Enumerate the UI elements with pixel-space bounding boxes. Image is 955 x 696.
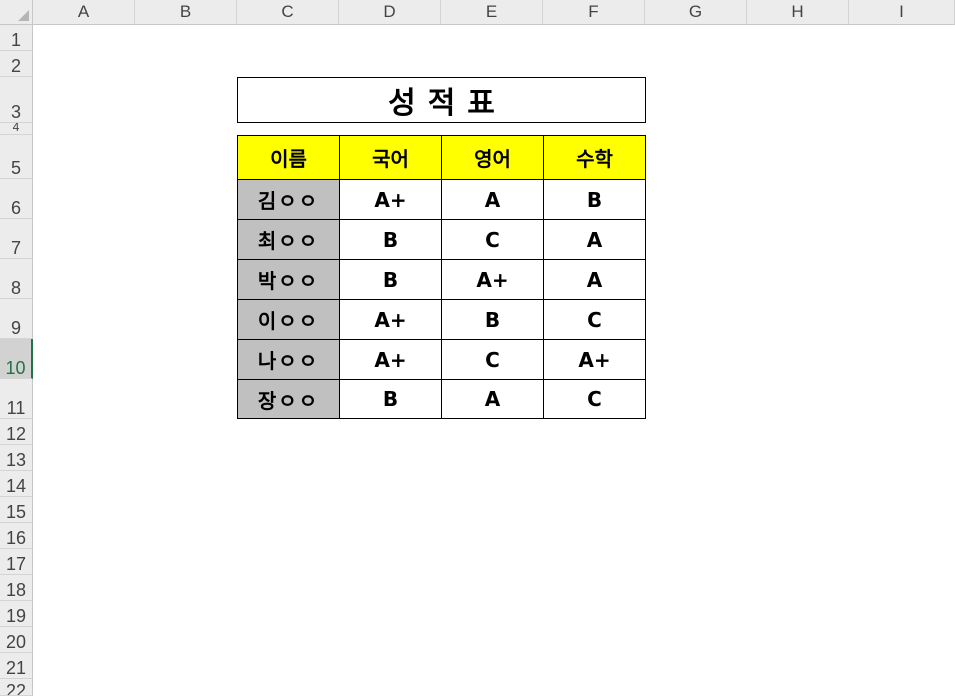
student-name-cell[interactable]: 박ㅇㅇ: [237, 259, 340, 300]
row-header-7[interactable]: 7: [0, 219, 33, 259]
row-header-4[interactable]: 4: [0, 123, 33, 135]
row-header-19[interactable]: 19: [0, 601, 33, 627]
student-name-cell[interactable]: 장ㅇㅇ: [237, 379, 340, 419]
row-header-2[interactable]: 2: [0, 51, 33, 77]
grade-cell-math[interactable]: C: [543, 299, 646, 340]
report-title-cell[interactable]: 성적표: [237, 77, 646, 123]
student-name-cell[interactable]: 나ㅇㅇ: [237, 339, 340, 380]
grade-cell-math[interactable]: A+: [543, 339, 646, 380]
column-header-d[interactable]: D: [339, 0, 441, 25]
row-header-21[interactable]: 21: [0, 653, 33, 679]
select-all-corner[interactable]: [0, 0, 33, 25]
row-header-12[interactable]: 12: [0, 419, 33, 445]
grade-cell-korean[interactable]: A+: [339, 179, 442, 220]
row-header-13[interactable]: 13: [0, 445, 33, 471]
grade-cell-english[interactable]: C: [441, 339, 544, 380]
grade-cell-math[interactable]: A: [543, 219, 646, 260]
row-header-14[interactable]: 14: [0, 471, 33, 497]
column-header-h[interactable]: H: [747, 0, 849, 25]
grade-cell-math[interactable]: B: [543, 179, 646, 220]
column-header-i[interactable]: I: [849, 0, 955, 25]
header-cell-name[interactable]: 이름: [237, 135, 340, 180]
student-name-cell[interactable]: 최ㅇㅇ: [237, 219, 340, 260]
column-header-f[interactable]: F: [543, 0, 645, 25]
row-header-20[interactable]: 20: [0, 627, 33, 653]
grade-cell-english[interactable]: A+: [441, 259, 544, 300]
row-header-3[interactable]: 3: [0, 77, 33, 123]
row-header-6[interactable]: 6: [0, 179, 33, 219]
grade-cell-korean[interactable]: A+: [339, 299, 442, 340]
column-header-a[interactable]: A: [33, 0, 135, 25]
grade-cell-english[interactable]: A: [441, 179, 544, 220]
grade-cell-english[interactable]: C: [441, 219, 544, 260]
header-cell-math[interactable]: 수학: [543, 135, 646, 180]
row-header-8[interactable]: 8: [0, 259, 33, 299]
grade-cell-korean[interactable]: B: [339, 259, 442, 300]
row-header-5[interactable]: 5: [0, 135, 33, 179]
header-cell-english[interactable]: 영어: [441, 135, 544, 180]
student-name-cell[interactable]: 김ㅇㅇ: [237, 179, 340, 220]
row-header-18[interactable]: 18: [0, 575, 33, 601]
row-header-10[interactable]: 10: [0, 339, 33, 379]
column-header-c[interactable]: C: [237, 0, 339, 25]
row-header-22[interactable]: 22: [0, 679, 33, 696]
student-name-cell[interactable]: 이ㅇㅇ: [237, 299, 340, 340]
row-header-9[interactable]: 9: [0, 299, 33, 339]
column-header-g[interactable]: G: [645, 0, 747, 25]
grade-cell-english[interactable]: A: [441, 379, 544, 419]
select-all-triangle-icon: [18, 10, 29, 21]
grade-cell-korean[interactable]: B: [339, 379, 442, 419]
header-cell-korean[interactable]: 국어: [339, 135, 442, 180]
row-header-1[interactable]: 1: [0, 25, 33, 51]
grade-cell-korean[interactable]: B: [339, 219, 442, 260]
row-header-17[interactable]: 17: [0, 549, 33, 575]
grade-cell-english[interactable]: B: [441, 299, 544, 340]
column-header-b[interactable]: B: [135, 0, 237, 25]
grade-cell-math[interactable]: C: [543, 379, 646, 419]
grade-cell-math[interactable]: A: [543, 259, 646, 300]
row-header-15[interactable]: 15: [0, 497, 33, 523]
grade-cell-korean[interactable]: A+: [339, 339, 442, 380]
column-header-e[interactable]: E: [441, 0, 543, 25]
row-header-16[interactable]: 16: [0, 523, 33, 549]
row-header-11[interactable]: 11: [0, 379, 33, 419]
